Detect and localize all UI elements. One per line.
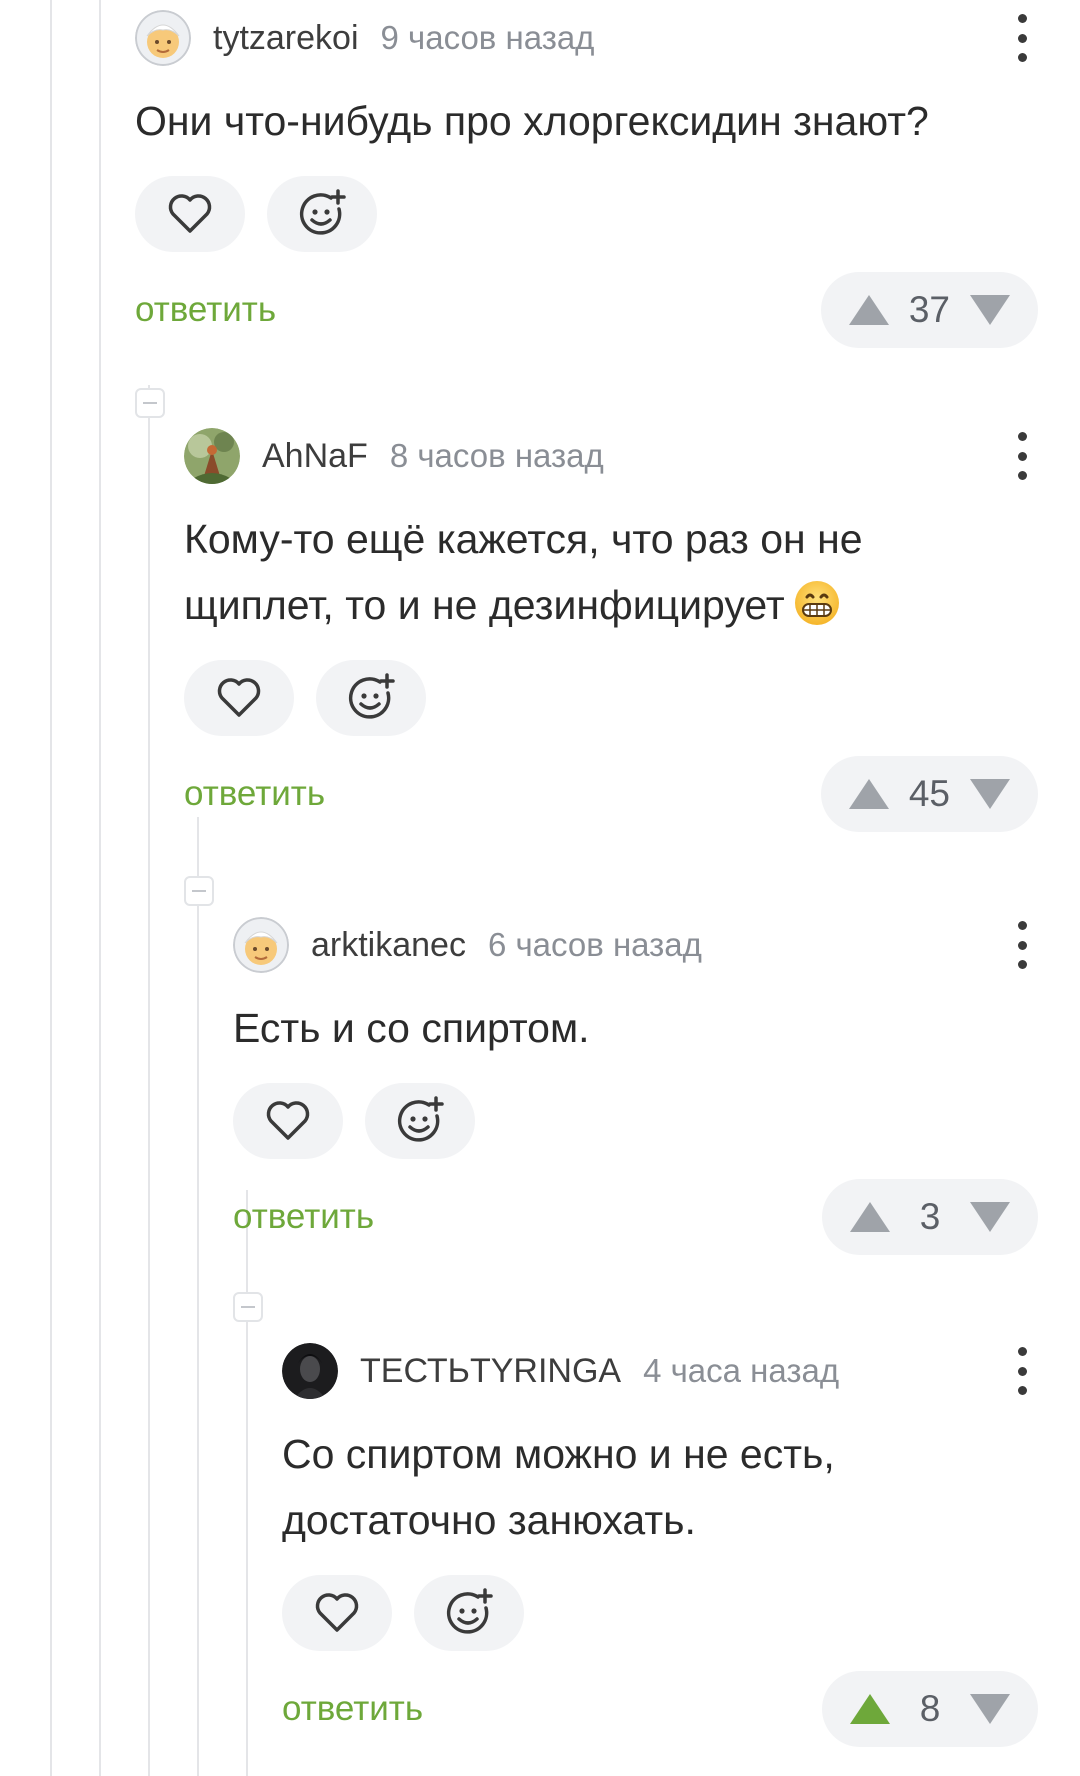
upvote-icon[interactable]	[848, 1200, 892, 1234]
collapse-thread-button[interactable]	[233, 1292, 263, 1322]
user-avatar[interactable]	[233, 917, 289, 973]
comment-footer: ответить 3	[233, 1179, 1038, 1255]
comment-header: AhNaF 8 часов назад	[184, 428, 1038, 484]
username[interactable]: AhNaF	[262, 437, 368, 476]
comment: arktikanec 6 часов назад Есть и со спирт…	[233, 917, 1038, 1255]
reply-link[interactable]: ответить	[233, 1197, 374, 1237]
downvote-icon[interactable]	[968, 777, 1012, 811]
comment: tytzarekoi 9 часов назад Они что-нибудь …	[135, 10, 1038, 348]
user-avatar[interactable]	[282, 1343, 338, 1399]
reactions	[135, 176, 1038, 252]
comment: AhNaF 8 часов назад Кому-то ещё кажется,…	[184, 428, 1038, 832]
rating-control: 3	[822, 1179, 1038, 1255]
add-emoji-icon	[299, 189, 346, 235]
more-options-icon[interactable]	[1012, 432, 1032, 480]
comment-footer: ответить 45	[184, 756, 1038, 832]
user-avatar[interactable]	[135, 10, 191, 66]
username[interactable]: arktikanec	[311, 926, 466, 965]
rating-control: 8	[822, 1671, 1038, 1747]
comment-time: 9 часов назад	[380, 19, 595, 56]
comment-text-line: Они что-нибудь про хлоргексидин знают?	[135, 98, 929, 144]
more-options-icon[interactable]	[1012, 14, 1032, 62]
collapse-thread-button[interactable]	[184, 876, 214, 906]
more-options-icon[interactable]	[1012, 1347, 1032, 1395]
username[interactable]: tytzarekoi	[213, 19, 359, 58]
add-reaction-button[interactable]	[316, 660, 426, 736]
minus-icon	[192, 890, 206, 892]
rating-count: 8	[919, 1688, 941, 1729]
reactions	[233, 1083, 1038, 1159]
rating-count: 3	[919, 1196, 941, 1237]
downvote-icon[interactable]	[968, 1200, 1012, 1234]
comment-text-segment: щиплет, то и не дезинфицирует	[184, 582, 785, 628]
more-options-icon[interactable]	[1012, 921, 1032, 969]
thread-line	[99, 0, 101, 1776]
like-button[interactable]	[282, 1575, 392, 1651]
upvote-icon[interactable]	[847, 777, 891, 811]
thread-line	[197, 817, 199, 1776]
downvote-icon[interactable]	[968, 1692, 1012, 1726]
rating-control: 37	[820, 272, 1038, 348]
username[interactable]: ТЕСТЬTYRINGA	[360, 1352, 621, 1391]
thread-line	[148, 385, 150, 1776]
comment-header: arktikanec 6 часов назад	[233, 917, 1038, 973]
thread-line	[50, 0, 52, 1776]
comment-footer: ответить 37	[135, 272, 1038, 348]
reactions	[282, 1575, 1038, 1651]
grinning-face-emoji-icon	[794, 581, 839, 625]
reply-link[interactable]: ответить	[184, 774, 325, 814]
comment-text: Они что-нибудь про хлоргексидин знают?	[135, 88, 1038, 154]
comment-time: 8 часов назад	[389, 437, 604, 474]
comment-text: Кому-то ещё кажется, что раз он не щипле…	[184, 506, 1038, 638]
comment-text-line: щиплет, то и не дезинфицирует	[184, 572, 1038, 638]
add-reaction-button[interactable]	[267, 176, 377, 252]
like-button[interactable]	[233, 1083, 343, 1159]
rating-count: 45	[908, 773, 950, 814]
user-avatar[interactable]	[184, 428, 240, 484]
rating-control: 45	[820, 756, 1038, 832]
reactions	[184, 660, 1038, 736]
rating-count: 37	[908, 289, 950, 330]
add-reaction-button[interactable]	[414, 1575, 524, 1651]
upvote-icon[interactable]	[848, 1692, 892, 1726]
thread-line	[246, 1190, 248, 1776]
add-reaction-button[interactable]	[365, 1083, 475, 1159]
like-button[interactable]	[184, 660, 294, 736]
comment: ТЕСТЬTYRINGA 4 часа назад Со спиртом мож…	[282, 1343, 1038, 1747]
comment-text-line: достаточно занюхать.	[282, 1497, 696, 1543]
comment-text-line: Есть и со спиртом.	[233, 1005, 590, 1051]
reply-link[interactable]: ответить	[282, 1689, 423, 1729]
upvote-icon[interactable]	[847, 293, 891, 327]
downvote-icon[interactable]	[968, 293, 1012, 327]
comment-text: Со спиртом можно и не есть, достаточно з…	[282, 1421, 1038, 1553]
collapse-thread-button[interactable]	[135, 388, 165, 418]
comment-text: Есть и со спиртом.	[233, 995, 1038, 1061]
comment-text-line: Кому-то ещё кажется, что раз он не	[184, 516, 863, 562]
comment-text-line: Со спиртом можно и не есть,	[282, 1431, 835, 1477]
reply-link[interactable]: ответить	[135, 290, 276, 330]
minus-icon	[143, 402, 157, 404]
add-emoji-icon	[348, 673, 395, 719]
heart-icon	[168, 194, 212, 233]
comment-time: 6 часов назад	[487, 926, 702, 963]
comment-footer: ответить 8	[282, 1671, 1038, 1747]
heart-icon	[217, 678, 261, 717]
comment-header: ТЕСТЬTYRINGA 4 часа назад	[282, 1343, 1038, 1399]
comment-header: tytzarekoi 9 часов назад	[135, 10, 1038, 66]
minus-icon	[241, 1306, 255, 1308]
comment-time: 4 часа назад	[643, 1352, 840, 1389]
add-emoji-icon	[446, 1588, 493, 1634]
heart-icon	[266, 1101, 310, 1140]
heart-icon	[315, 1593, 359, 1632]
like-button[interactable]	[135, 176, 245, 252]
add-emoji-icon	[397, 1096, 444, 1142]
